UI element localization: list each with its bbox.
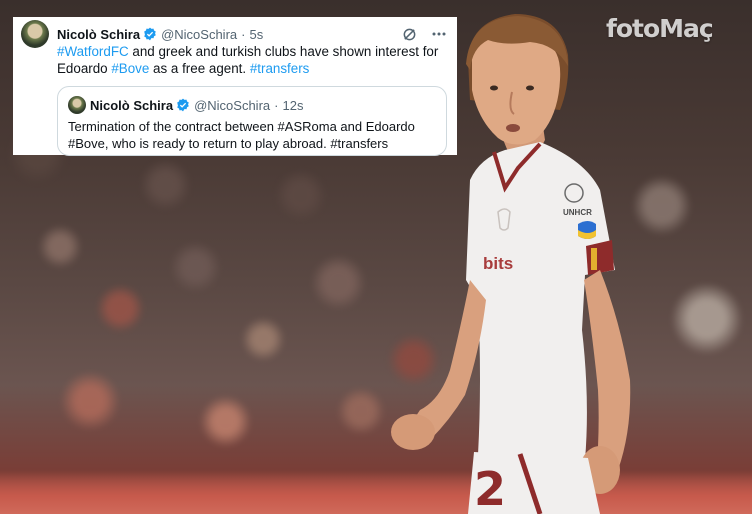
tweet-text: #WatfordFC and greek and turkish clubs h… [57,43,447,77]
hashtag-link[interactable]: #WatfordFC [57,44,129,59]
shirt-number: 2 [474,462,506,514]
tweet-card: Nicolò Schira @NicoSchira · 5s #WatfordF… [13,17,457,156]
quoted-tweet-header: Nicolò Schira @NicoSchira · 12s [68,95,436,115]
quoted-author-avatar [68,96,86,114]
svg-text:bits: bits [483,254,513,273]
author-handle[interactable]: @NicoSchira [161,27,237,42]
separator-dot: · [241,26,246,42]
tweet-text-segment: as a free agent. [149,61,250,76]
author-name[interactable]: Nicolò Schira [57,27,140,42]
more-options-icon[interactable] [431,26,447,42]
tweet-timestamp[interactable]: 5s [249,27,263,42]
grok-icon[interactable] [401,26,417,42]
verified-badge-icon [144,27,156,41]
quoted-tweet-timestamp: 12s [282,97,304,113]
svg-text:UNHCR: UNHCR [563,208,592,217]
separator-dot: · [274,97,279,113]
quoted-tweet-text: Termination of the contract between #ASR… [68,119,415,151]
hashtag-link[interactable]: #transfers [250,61,310,76]
author-avatar[interactable] [21,20,49,48]
quoted-tweet[interactable]: Nicolò Schira @NicoSchira · 12s Terminat… [57,86,447,156]
quoted-author-name: Nicolò Schira [90,97,174,113]
hashtag-link[interactable]: #Bove [111,61,149,76]
quoted-author-handle: @NicoSchira [194,97,271,113]
fotomac-logo: fotoMaç [606,14,714,43]
verified-badge-icon [177,98,189,112]
